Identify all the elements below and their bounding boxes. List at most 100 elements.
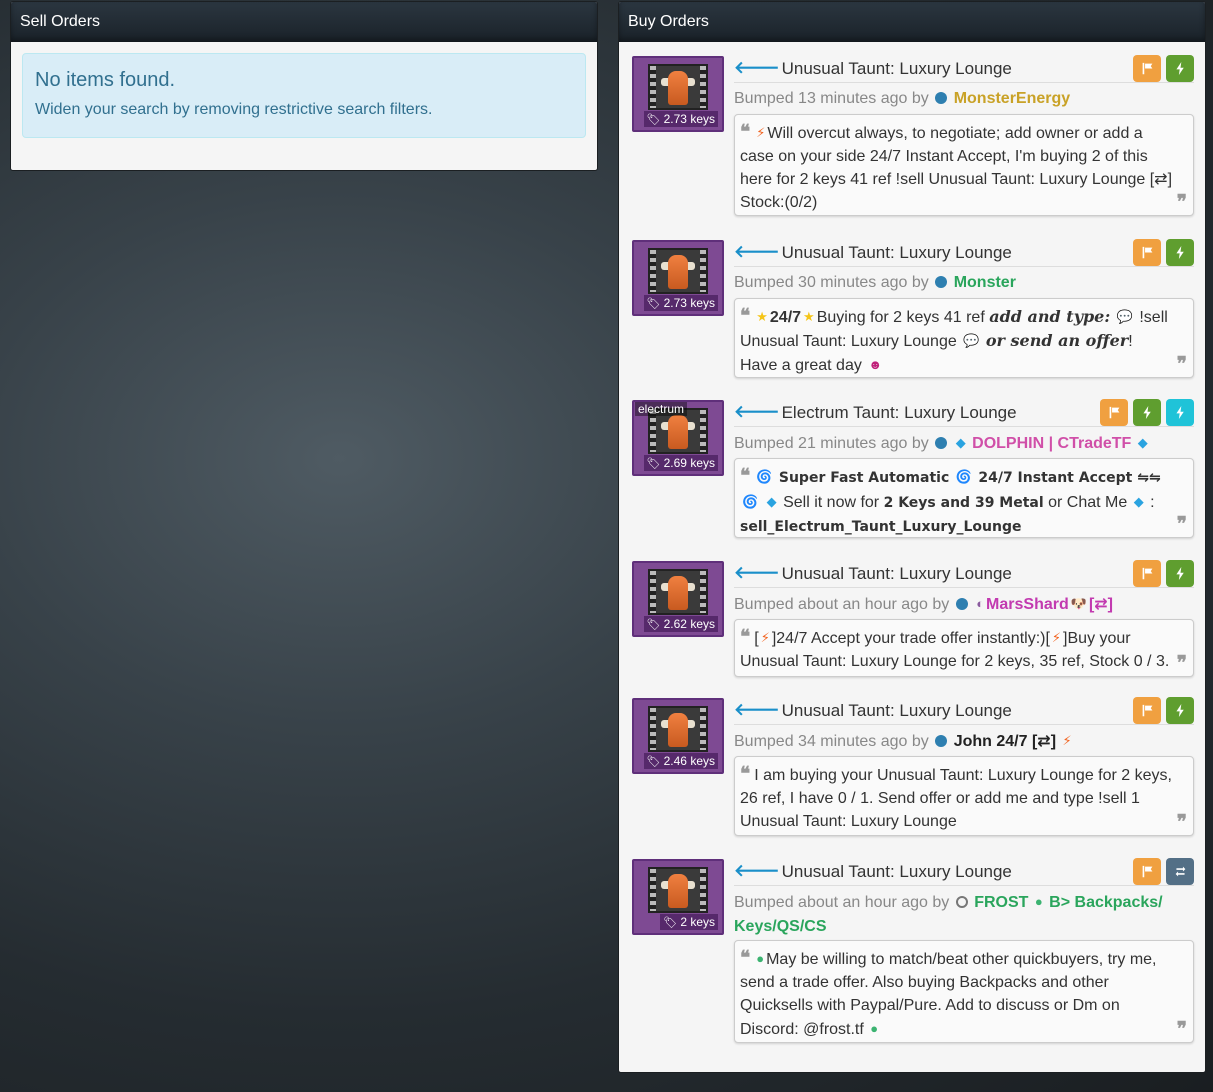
cyclone-emoji: 🌀 — [756, 469, 773, 484]
instant-trade-button[interactable] — [1166, 560, 1194, 587]
report-button[interactable] — [1100, 399, 1128, 426]
item-title[interactable]: 🡐 Unusual Taunt: Luxury Lounge — [734, 698, 1012, 723]
taunt-image — [648, 569, 708, 615]
instant-trade-button[interactable] — [1166, 55, 1194, 82]
bolt-emoji: ⚡ — [1051, 630, 1062, 645]
status-dot — [935, 735, 948, 747]
order-message: ❝ 🌀 Super Fast Automatic 🌀 24/7 Instant A… — [734, 458, 1194, 538]
bump-info: Bumped about an hour ago by FROST ● B> B… — [734, 890, 1194, 939]
item-thumbnail[interactable]: electrum 🏷 2.69 keys — [632, 400, 724, 476]
item-title[interactable]: 🡐 Unusual Taunt: Luxury Lounge — [734, 561, 1012, 586]
flag-icon — [1142, 567, 1152, 580]
arrow-left-icon: 🡐 — [734, 700, 780, 719]
arrow-left-icon: 🡐 — [734, 861, 780, 880]
bump-info: Bumped 34 minutes ago by John 24/7 [⇄] ⚡ — [734, 729, 1194, 754]
order-message: ❝ ● May be willing to match/beat other qui… — [734, 940, 1194, 1043]
user-link[interactable]: MonsterEnergy — [954, 90, 1070, 107]
item-price: 🏷 2.69 keys — [643, 455, 718, 471]
no-items-alert: No items found. Widen your search by rem… — [22, 53, 586, 138]
user-link[interactable]: DOLPHIN | CTradeTF — [972, 435, 1131, 452]
green-circle-emoji: ● — [870, 1021, 879, 1036]
taunt-image — [648, 248, 708, 294]
effect-label: electrum — [635, 402, 688, 416]
price-tag-icon: 🏷 — [646, 114, 661, 126]
price-tag-icon: 🏷 — [646, 619, 661, 631]
report-button[interactable] — [1133, 239, 1161, 266]
taunt-image — [648, 64, 708, 110]
diamond-emoji: ◆ — [1137, 435, 1148, 450]
user-link[interactable]: Monster — [954, 274, 1016, 291]
item-price: 🏷 2.62 keys — [643, 616, 718, 632]
bolt-icon — [1175, 62, 1184, 75]
speech-bubble-emoji: 💬 — [1116, 309, 1133, 324]
bolt-emoji: ⚡ — [1062, 733, 1072, 748]
cyclone-emoji: 🌀 — [742, 494, 759, 509]
diamond-emoji: ◆ — [1133, 494, 1144, 509]
quote-right-icon: ❞ — [1176, 652, 1187, 674]
report-button[interactable] — [1133, 858, 1161, 885]
quote-right-icon: ❞ — [1176, 513, 1187, 535]
bolt-icon — [1175, 406, 1184, 419]
order-message: ❝ I am buying your Unusual Taunt: Luxury … — [734, 756, 1194, 836]
flag-icon — [1109, 406, 1119, 419]
cyclone-emoji: 🌀 — [955, 469, 972, 484]
item-title[interactable]: 🡐 Electrum Taunt: Luxury Lounge — [734, 400, 1017, 425]
star-eyes-emoji: ☻ — [868, 357, 882, 372]
item-thumbnail[interactable]: 🏷 2.46 keys — [632, 698, 724, 774]
item-thumbnail[interactable]: 🏷 2 keys — [632, 859, 724, 935]
bump-info: Bumped 13 minutes ago by MonsterEnergy — [734, 90, 1071, 107]
quote-right-icon: ❞ — [1176, 191, 1187, 213]
quote-right-icon: ❞ — [1176, 811, 1187, 833]
report-button[interactable] — [1133, 697, 1161, 724]
planet-emoji: ◐ — [976, 596, 985, 611]
quote-right-icon: ❞ — [1176, 353, 1187, 375]
green-circle-emoji: ● — [756, 951, 765, 966]
order-message: ❝[⚡]24/7 Accept your trade offer instant… — [734, 619, 1194, 677]
item-thumbnail[interactable]: 🏷 2.73 keys — [632, 240, 724, 316]
price-tag-icon: 🏷 — [646, 458, 661, 470]
quote-left-icon: ❝ — [740, 465, 751, 487]
bump-info: Bumped 30 minutes ago by Monster — [734, 274, 1016, 291]
status-dot — [935, 92, 948, 104]
diamond-emoji: ◆ — [955, 435, 966, 450]
item-price: 🏷 2.46 keys — [643, 753, 718, 769]
trade-offer-button[interactable] — [1166, 858, 1194, 885]
user-link[interactable]: MarsShard — [986, 596, 1069, 613]
sell-orders-panel: Sell Orders No items found. Widen your s… — [10, 1, 598, 171]
instant-trade-button[interactable] — [1133, 399, 1161, 426]
sell-orders-heading: Sell Orders — [11, 2, 597, 42]
swap-icon — [1175, 866, 1185, 877]
bolt-emoji: ⚡ — [760, 630, 770, 645]
report-button[interactable] — [1133, 55, 1161, 82]
item-thumbnail[interactable]: 🏷 2.62 keys — [632, 561, 724, 637]
bump-info: Bumped about an hour ago by ◐ MarsShard 🐶[… — [734, 592, 1194, 617]
dog-emoji: 🐶 — [1070, 596, 1087, 611]
user-link[interactable]: John 24/7 [⇄] — [954, 733, 1056, 750]
status-dot — [955, 598, 968, 610]
item-title[interactable]: 🡐 Unusual Taunt: Luxury Lounge — [734, 240, 1012, 265]
arrow-left-icon: 🡐 — [734, 402, 780, 421]
alert-text: Widen your search by removing restrictiv… — [35, 101, 433, 118]
item-thumbnail[interactable]: 🏷 2.73 keys — [632, 56, 724, 132]
quote-left-icon: ❝ — [740, 626, 751, 648]
bolt-icon — [1175, 246, 1184, 259]
instant-trade-button[interactable] — [1166, 239, 1194, 266]
status-dot — [955, 896, 968, 908]
flag-icon — [1142, 704, 1152, 717]
item-title[interactable]: 🡐 Unusual Taunt: Luxury Lounge — [734, 56, 1012, 81]
item-price: 🏷 2.73 keys — [643, 111, 718, 127]
order-message: ❝ ★ 24/7 ★ Buying for 2 keys 41 ref add and … — [734, 298, 1194, 378]
bolt-icon — [1175, 704, 1184, 717]
item-title[interactable]: 🡐 Unusual Taunt: Luxury Lounge — [734, 859, 1012, 884]
star-emoji: ★ — [803, 309, 815, 324]
report-button[interactable] — [1133, 560, 1161, 587]
buy-orders-panel: Buy Orders 🏷 2.73 keys 🡐 Unusual Taunt: Lu… — [618, 1, 1206, 1073]
status-dot — [935, 276, 948, 288]
arrow-left-icon: 🡐 — [734, 58, 780, 77]
star-emoji: ★ — [756, 309, 768, 324]
premium-bolt-button[interactable] — [1166, 399, 1194, 426]
user-link[interactable]: FROST — [974, 894, 1028, 911]
instant-trade-button[interactable] — [1166, 697, 1194, 724]
quote-left-icon: ❝ — [740, 121, 751, 143]
price-tag-icon: 🏷 — [646, 756, 661, 768]
